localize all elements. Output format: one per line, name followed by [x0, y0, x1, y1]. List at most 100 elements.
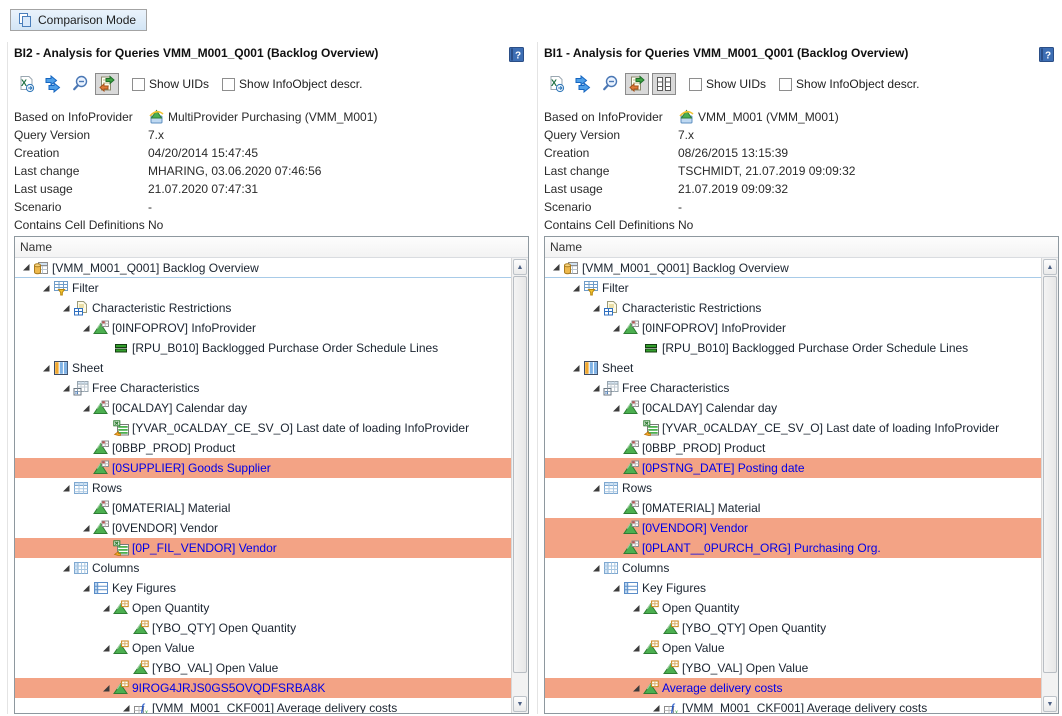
tree-row[interactable]: aFree Characteristics — [545, 378, 1041, 398]
checkbox-show-infoobject-descr[interactable]: Show InfoObject descr. — [779, 77, 919, 91]
tree-row[interactable]: Filter — [15, 278, 511, 298]
tree-row[interactable]: Rows — [545, 478, 1041, 498]
expand-arrow-icon[interactable] — [59, 478, 73, 498]
checkbox-show-uids[interactable]: Show UIDs — [689, 77, 766, 91]
tree-row[interactable]: aFree Characteristics — [15, 378, 511, 398]
tree-row[interactable]: [YBO_VAL] Open Value — [15, 658, 511, 678]
compare-documents-button[interactable] — [625, 73, 649, 95]
tree-row[interactable]: [YBO_QTY] Open Quantity — [15, 618, 511, 638]
zoom-out-button[interactable] — [68, 73, 92, 95]
tree-row[interactable]: [0BBP_PROD] Product — [15, 438, 511, 458]
transport-arrows-button[interactable] — [571, 73, 595, 95]
tree-row[interactable]: Key Figures — [545, 578, 1041, 598]
transport-arrows-button[interactable] — [41, 73, 65, 95]
expand-arrow-icon[interactable] — [19, 258, 33, 278]
expand-arrow-icon[interactable] — [589, 298, 603, 318]
tree-row[interactable]: [0CALDAY] Calendar day — [545, 398, 1041, 418]
tree-row[interactable]: Sheet — [15, 358, 511, 378]
scroll-up-button[interactable]: ▲ — [1043, 259, 1057, 275]
expand-arrow-icon[interactable] — [99, 678, 113, 698]
zoom-out-button[interactable] — [598, 73, 622, 95]
vertical-scrollbar[interactable]: ▲ ▼ — [1041, 258, 1058, 713]
scroll-down-button[interactable]: ▼ — [1043, 696, 1057, 712]
expand-arrow-icon[interactable] — [549, 258, 563, 278]
scroll-thumb[interactable] — [513, 276, 527, 673]
expand-arrow-icon[interactable] — [59, 298, 73, 318]
tree-row[interactable]: fx[VMM_M001_CKF001] Average delivery cos… — [15, 698, 511, 713]
expand-arrow-icon[interactable] — [609, 578, 623, 598]
expand-arrow-icon[interactable] — [39, 278, 53, 298]
expand-arrow-icon[interactable] — [569, 278, 583, 298]
tree-row[interactable]: [0INFOPROV] InfoProvider — [545, 318, 1041, 338]
expand-arrow-icon[interactable] — [79, 398, 93, 418]
checkbox-show-infoobject-descr[interactable]: Show InfoObject descr. — [222, 77, 362, 91]
expand-arrow-icon[interactable] — [589, 378, 603, 398]
tree-row[interactable]: Open Quantity — [15, 598, 511, 618]
tree-row[interactable]: Open Value — [545, 638, 1041, 658]
expand-arrow-icon[interactable] — [629, 638, 643, 658]
expand-arrow-icon[interactable] — [99, 598, 113, 618]
tree-row[interactable]: [VMM_M001_Q001] Backlog Overview — [15, 258, 511, 278]
expand-arrow-icon[interactable] — [99, 638, 113, 658]
tree-row[interactable]: [0SUPPLIER] Goods Supplier — [15, 458, 511, 478]
tree-row[interactable]: Characteristic Restrictions — [545, 298, 1041, 318]
grid-view-button[interactable] — [652, 73, 676, 95]
comparison-mode-button[interactable]: Comparison Mode — [10, 9, 147, 31]
tree-row[interactable]: [0PSTNG_DATE] Posting date — [545, 458, 1041, 478]
tree-row[interactable]: 9IROG4JRJS0GS5OVQDFSRBA8K — [15, 678, 511, 698]
tree-row[interactable]: [YBO_QTY] Open Quantity — [545, 618, 1041, 638]
tree-row[interactable]: [0PLANT__0PURCH_ORG] Purchasing Org. — [545, 538, 1041, 558]
tree-row[interactable]: Average delivery costs — [545, 678, 1041, 698]
tree-row[interactable]: [0INFOPROV] InfoProvider — [15, 318, 511, 338]
tree-row[interactable]: [VMM_M001_Q001] Backlog Overview — [545, 258, 1041, 278]
expand-arrow-icon[interactable] — [649, 698, 663, 713]
tree-row[interactable]: Rows — [15, 478, 511, 498]
help-icon[interactable]: ? — [1038, 46, 1055, 63]
tree-row[interactable]: [0MATERIAL] Material — [15, 498, 511, 518]
checkbox-show-uids[interactable]: Show UIDs — [132, 77, 209, 91]
tree-row[interactable]: fx[VMM_M001_CKF001] Average delivery cos… — [545, 698, 1041, 713]
checkbox-box[interactable] — [132, 78, 145, 91]
tree-row[interactable]: Filter — [545, 278, 1041, 298]
checkbox-box[interactable] — [779, 78, 792, 91]
tree-row[interactable]: [0MATERIAL] Material — [545, 498, 1041, 518]
checkbox-box[interactable] — [222, 78, 235, 91]
tree-row[interactable]: [0VENDOR] Vendor — [15, 518, 511, 538]
expand-arrow-icon[interactable] — [569, 358, 583, 378]
expand-arrow-icon[interactable] — [79, 578, 93, 598]
tree-row[interactable]: [RPU_B010] Backlogged Purchase Order Sch… — [15, 338, 511, 358]
tree-row[interactable]: [0BBP_PROD] Product — [545, 438, 1041, 458]
expand-arrow-icon[interactable] — [589, 478, 603, 498]
expand-arrow-icon[interactable] — [59, 378, 73, 398]
scroll-down-button[interactable]: ▼ — [513, 696, 527, 712]
checkbox-box[interactable] — [689, 78, 702, 91]
expand-arrow-icon[interactable] — [59, 558, 73, 578]
tree-row[interactable]: [YVAR_0CALDAY_CE_SV_O] Last date of load… — [545, 418, 1041, 438]
tree-row[interactable]: Columns — [545, 558, 1041, 578]
tree-row[interactable]: [0P_FIL_VENDOR] Vendor — [15, 538, 511, 558]
expand-arrow-icon[interactable] — [629, 678, 643, 698]
expand-arrow-icon[interactable] — [589, 558, 603, 578]
expand-arrow-icon[interactable] — [119, 698, 133, 713]
tree-row[interactable]: [0VENDOR] Vendor — [545, 518, 1041, 538]
scroll-thumb[interactable] — [1043, 276, 1057, 673]
expand-arrow-icon[interactable] — [79, 518, 93, 538]
tree-row[interactable]: Characteristic Restrictions — [15, 298, 511, 318]
help-icon[interactable]: ? — [508, 46, 525, 63]
tree-row[interactable]: Sheet — [545, 358, 1041, 378]
tree-row[interactable]: [YVAR_0CALDAY_CE_SV_O] Last date of load… — [15, 418, 511, 438]
tree-row[interactable]: Open Value — [15, 638, 511, 658]
tree-row[interactable]: [YBO_VAL] Open Value — [545, 658, 1041, 678]
expand-arrow-icon[interactable] — [629, 598, 643, 618]
expand-arrow-icon[interactable] — [79, 318, 93, 338]
vertical-scrollbar[interactable]: ▲ ▼ — [511, 258, 528, 713]
tree-row[interactable]: [0CALDAY] Calendar day — [15, 398, 511, 418]
expand-arrow-icon[interactable] — [609, 398, 623, 418]
tree-row[interactable]: Open Quantity — [545, 598, 1041, 618]
expand-arrow-icon[interactable] — [609, 318, 623, 338]
tree-row[interactable]: Key Figures — [15, 578, 511, 598]
excel-export-button[interactable]: X — [544, 73, 568, 95]
tree-row[interactable]: [RPU_B010] Backlogged Purchase Order Sch… — [545, 338, 1041, 358]
scroll-up-button[interactable]: ▲ — [513, 259, 527, 275]
expand-arrow-icon[interactable] — [39, 358, 53, 378]
